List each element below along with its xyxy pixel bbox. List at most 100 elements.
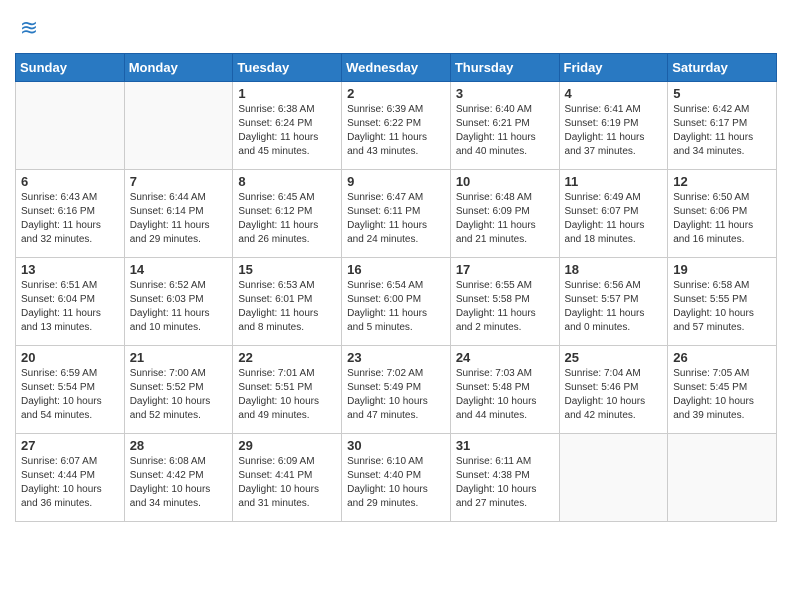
day-number: 23	[347, 350, 445, 365]
calendar-cell	[16, 82, 125, 170]
day-content: Sunrise: 6:59 AM Sunset: 5:54 PM Dayligh…	[21, 367, 119, 423]
day-number: 26	[673, 350, 771, 365]
day-content: Sunrise: 7:02 AM Sunset: 5:49 PM Dayligh…	[347, 367, 445, 423]
day-content: Sunrise: 6:09 AM Sunset: 4:41 PM Dayligh…	[238, 455, 336, 511]
calendar-cell: 28 Sunrise: 6:08 AM Sunset: 4:42 PM Dayli…	[124, 434, 233, 522]
day-content: Sunrise: 6:58 AM Sunset: 5:55 PM Dayligh…	[673, 279, 771, 335]
calendar-cell	[668, 434, 777, 522]
calendar-cell: 31 Sunrise: 6:11 AM Sunset: 4:38 PM Dayli…	[450, 434, 559, 522]
day-content: Sunrise: 6:53 AM Sunset: 6:01 PM Dayligh…	[238, 279, 336, 335]
day-content: Sunrise: 7:04 AM Sunset: 5:46 PM Dayligh…	[565, 367, 663, 423]
weekday-header-thursday: Thursday	[450, 54, 559, 82]
calendar-cell: 22 Sunrise: 7:01 AM Sunset: 5:51 PM Dayli…	[233, 346, 342, 434]
day-number: 15	[238, 262, 336, 277]
svg-text:≋: ≋	[20, 15, 38, 40]
calendar-week-row: 1 Sunrise: 6:38 AM Sunset: 6:24 PM Daylig…	[16, 82, 777, 170]
calendar-cell: 11Sunrise: 6:49 AM Sunset: 6:07 PM Dayli…	[559, 170, 668, 258]
day-content: Sunrise: 7:03 AM Sunset: 5:48 PM Dayligh…	[456, 367, 554, 423]
logo-icon: ≋	[15, 15, 43, 43]
calendar-cell: 30 Sunrise: 6:10 AM Sunset: 4:40 PM Dayli…	[342, 434, 451, 522]
day-number: 20	[21, 350, 119, 365]
day-content: Sunrise: 6:43 AM Sunset: 6:16 PM Dayligh…	[21, 191, 119, 247]
calendar-cell: 9Sunrise: 6:47 AM Sunset: 6:11 PM Daylig…	[342, 170, 451, 258]
calendar-cell: 17 Sunrise: 6:55 AM Sunset: 5:58 PM Dayli…	[450, 258, 559, 346]
calendar-cell: 5 Sunrise: 6:42 AM Sunset: 6:17 PM Daylig…	[668, 82, 777, 170]
day-number: 22	[238, 350, 336, 365]
day-content: Sunrise: 6:42 AM Sunset: 6:17 PM Dayligh…	[673, 103, 771, 159]
calendar-week-row: 6 Sunrise: 6:43 AM Sunset: 6:16 PM Daylig…	[16, 170, 777, 258]
day-content: Sunrise: 6:11 AM Sunset: 4:38 PM Dayligh…	[456, 455, 554, 511]
day-content: Sunrise: 7:05 AM Sunset: 5:45 PM Dayligh…	[673, 367, 771, 423]
day-content: Sunrise: 6:38 AM Sunset: 6:24 PM Dayligh…	[238, 103, 336, 159]
calendar-cell: 12 Sunrise: 6:50 AM Sunset: 6:06 PM Dayli…	[668, 170, 777, 258]
day-number: 6	[21, 174, 119, 189]
day-number: 18	[565, 262, 663, 277]
day-content: Sunrise: 6:39 AM Sunset: 6:22 PM Dayligh…	[347, 103, 445, 159]
day-number: 17	[456, 262, 554, 277]
day-number: 30	[347, 438, 445, 453]
calendar-cell: 23 Sunrise: 7:02 AM Sunset: 5:49 PM Dayli…	[342, 346, 451, 434]
calendar-cell	[124, 82, 233, 170]
calendar-cell: 19 Sunrise: 6:58 AM Sunset: 5:55 PM Dayli…	[668, 258, 777, 346]
day-number: 9	[347, 174, 445, 189]
day-content: Sunrise: 6:54 AM Sunset: 6:00 PM Dayligh…	[347, 279, 445, 335]
day-content: Sunrise: 6:41 AM Sunset: 6:19 PM Dayligh…	[565, 103, 663, 159]
day-number: 5	[673, 86, 771, 101]
day-content: Sunrise: 6:10 AM Sunset: 4:40 PM Dayligh…	[347, 455, 445, 511]
day-content: Sunrise: 6:07 AM Sunset: 4:44 PM Dayligh…	[21, 455, 119, 511]
calendar-cell: 8 Sunrise: 6:45 AM Sunset: 6:12 PM Daylig…	[233, 170, 342, 258]
calendar-cell: 18 Sunrise: 6:56 AM Sunset: 5:57 PM Dayli…	[559, 258, 668, 346]
day-content: Sunrise: 6:50 AM Sunset: 6:06 PM Dayligh…	[673, 191, 771, 247]
day-number: 11	[565, 174, 663, 189]
calendar-cell: 15 Sunrise: 6:53 AM Sunset: 6:01 PM Dayli…	[233, 258, 342, 346]
day-content: Sunrise: 6:56 AM Sunset: 5:57 PM Dayligh…	[565, 279, 663, 335]
weekday-header-friday: Friday	[559, 54, 668, 82]
day-content: Sunrise: 6:45 AM Sunset: 6:12 PM Dayligh…	[238, 191, 336, 247]
day-number: 27	[21, 438, 119, 453]
day-number: 31	[456, 438, 554, 453]
calendar-cell: 4 Sunrise: 6:41 AM Sunset: 6:19 PM Daylig…	[559, 82, 668, 170]
calendar-cell: 2 Sunrise: 6:39 AM Sunset: 6:22 PM Daylig…	[342, 82, 451, 170]
day-number: 3	[456, 86, 554, 101]
day-number: 28	[130, 438, 228, 453]
day-number: 10	[456, 174, 554, 189]
day-content: Sunrise: 6:55 AM Sunset: 5:58 PM Dayligh…	[456, 279, 554, 335]
calendar-cell: 7Sunrise: 6:44 AM Sunset: 6:14 PM Daylig…	[124, 170, 233, 258]
day-number: 14	[130, 262, 228, 277]
calendar-cell: 13 Sunrise: 6:51 AM Sunset: 6:04 PM Dayli…	[16, 258, 125, 346]
day-content: Sunrise: 7:00 AM Sunset: 5:52 PM Dayligh…	[130, 367, 228, 423]
day-number: 29	[238, 438, 336, 453]
day-number: 12	[673, 174, 771, 189]
day-content: Sunrise: 6:51 AM Sunset: 6:04 PM Dayligh…	[21, 279, 119, 335]
calendar-table: SundayMondayTuesdayWednesdayThursdayFrid…	[15, 53, 777, 522]
day-number: 24	[456, 350, 554, 365]
day-content: Sunrise: 6:40 AM Sunset: 6:21 PM Dayligh…	[456, 103, 554, 159]
weekday-header-wednesday: Wednesday	[342, 54, 451, 82]
day-content: Sunrise: 6:48 AM Sunset: 6:09 PM Dayligh…	[456, 191, 554, 247]
day-content: Sunrise: 7:01 AM Sunset: 5:51 PM Dayligh…	[238, 367, 336, 423]
day-number: 4	[565, 86, 663, 101]
calendar-cell: 24 Sunrise: 7:03 AM Sunset: 5:48 PM Dayli…	[450, 346, 559, 434]
day-number: 13	[21, 262, 119, 277]
weekday-header-sunday: Sunday	[16, 54, 125, 82]
weekday-header-saturday: Saturday	[668, 54, 777, 82]
weekday-header-monday: Monday	[124, 54, 233, 82]
day-number: 19	[673, 262, 771, 277]
calendar-cell: 26 Sunrise: 7:05 AM Sunset: 5:45 PM Dayli…	[668, 346, 777, 434]
day-number: 1	[238, 86, 336, 101]
day-content: Sunrise: 6:52 AM Sunset: 6:03 PM Dayligh…	[130, 279, 228, 335]
calendar-cell: 27 Sunrise: 6:07 AM Sunset: 4:44 PM Dayli…	[16, 434, 125, 522]
calendar-week-row: 13 Sunrise: 6:51 AM Sunset: 6:04 PM Dayli…	[16, 258, 777, 346]
calendar-cell: 21Sunrise: 7:00 AM Sunset: 5:52 PM Dayli…	[124, 346, 233, 434]
day-number: 2	[347, 86, 445, 101]
day-content: Sunrise: 6:08 AM Sunset: 4:42 PM Dayligh…	[130, 455, 228, 511]
page-header: ≋	[15, 15, 777, 43]
calendar-week-row: 20 Sunrise: 6:59 AM Sunset: 5:54 PM Dayli…	[16, 346, 777, 434]
calendar-cell: 3 Sunrise: 6:40 AM Sunset: 6:21 PM Daylig…	[450, 82, 559, 170]
day-number: 16	[347, 262, 445, 277]
day-number: 8	[238, 174, 336, 189]
day-content: Sunrise: 6:44 AM Sunset: 6:14 PM Dayligh…	[130, 191, 228, 247]
logo: ≋	[15, 15, 47, 43]
weekday-header-tuesday: Tuesday	[233, 54, 342, 82]
calendar-cell: 6 Sunrise: 6:43 AM Sunset: 6:16 PM Daylig…	[16, 170, 125, 258]
